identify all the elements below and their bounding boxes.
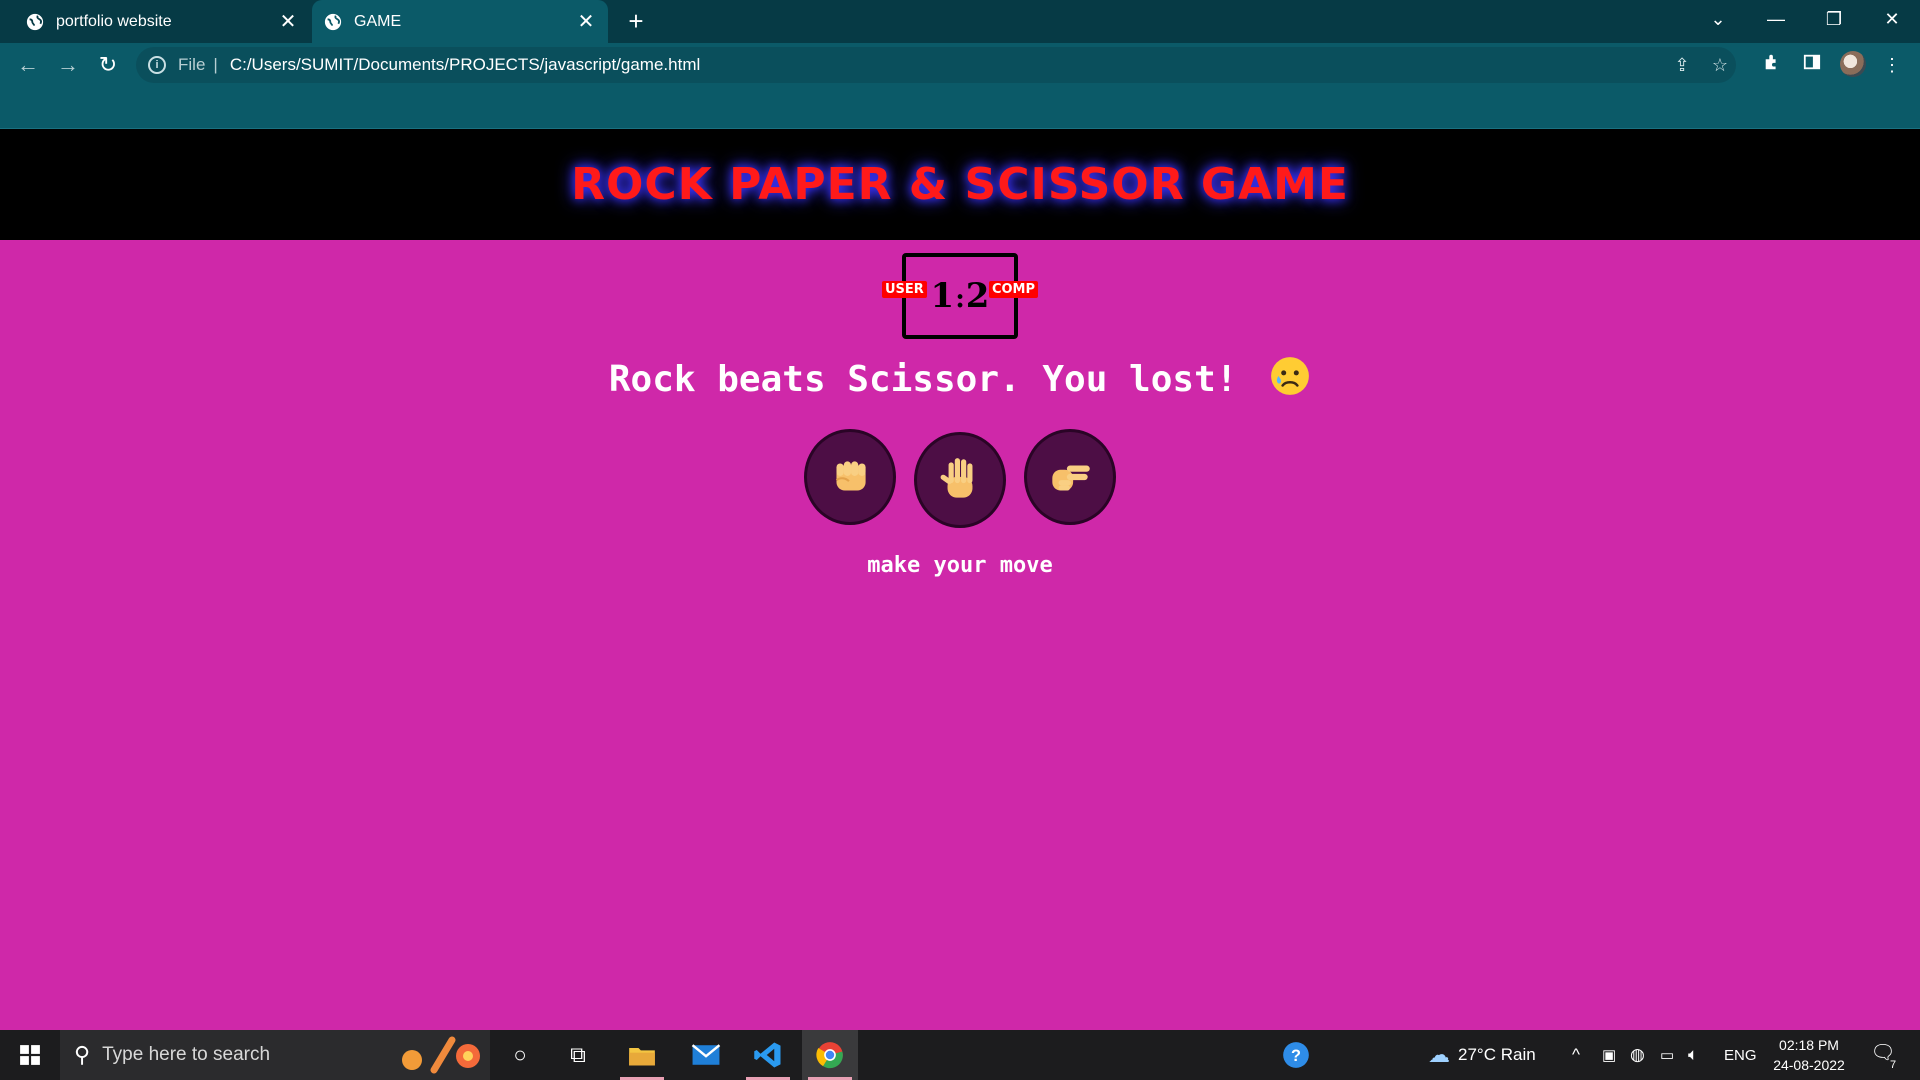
rock-button[interactable] [804, 429, 896, 525]
taskbar-clock[interactable]: 02:18 PM 24-08-2022 [1764, 1035, 1854, 1075]
notification-count: 7 [1886, 1058, 1900, 1072]
address-url[interactable]: C:/Users/SUMIT/Documents/PROJECTS/javasc… [230, 55, 700, 75]
windows-taskbar: ⚲ Type here to search ○ ⧉ ? ☁ 27°C Rain … [0, 1030, 1920, 1080]
profile-avatar[interactable] [1840, 51, 1866, 77]
battery-icon[interactable]: ▭ [1660, 1030, 1674, 1080]
info-icon[interactable]: i [148, 56, 166, 74]
language-indicator[interactable]: ENG [1724, 1030, 1757, 1080]
tab-search-chevron-icon[interactable]: ⌄ [1690, 0, 1746, 40]
user-badge: USER [882, 281, 927, 298]
browser-tab-bar: portfolio website ✕ GAME ✕ + ⌄ — ❐ ✕ [0, 0, 1920, 43]
restore-button[interactable]: ❐ [1806, 0, 1862, 40]
victory-hand-icon [1052, 465, 1090, 491]
bookmark-bar [0, 86, 1920, 129]
vscode-icon[interactable] [740, 1030, 796, 1080]
tab-close-icon[interactable]: ✕ [278, 12, 298, 32]
tab-title: GAME [354, 12, 402, 30]
fist-icon [835, 461, 866, 491]
weather-cloud-icon: ☁ [1428, 1042, 1450, 1067]
help-icon[interactable]: ? [1282, 1030, 1310, 1080]
address-scheme-label: File [178, 55, 206, 74]
tab-close-icon[interactable]: ✕ [576, 12, 596, 32]
address-bar[interactable]: i File | C:/Users/SUMIT/Documents/PROJEC… [136, 47, 1736, 83]
result-text: Rock beats Scissor. You lost! [608, 359, 1238, 400]
extensions-puzzle-icon[interactable] [1758, 51, 1786, 79]
side-panel-icon[interactable] [1798, 51, 1826, 79]
globe-icon [324, 13, 342, 30]
meet-now-icon[interactable]: ▣ [1602, 1030, 1616, 1080]
clock-date: 24-08-2022 [1773, 1057, 1845, 1073]
score-display: 1:2 [931, 276, 990, 316]
search-icon: ⚲ [74, 1042, 91, 1067]
clock-time: 02:18 PM [1779, 1037, 1839, 1053]
chrome-icon[interactable] [802, 1030, 858, 1080]
cortana-icon[interactable]: ○ [492, 1030, 548, 1080]
close-window-button[interactable]: ✕ [1864, 0, 1920, 40]
weather-text: 27°C Rain [1458, 1045, 1536, 1064]
tab-title: portfolio website [56, 12, 172, 30]
comp-score: 2 [965, 276, 990, 316]
scissor-button[interactable] [1024, 429, 1116, 525]
back-arrow-icon[interactable]: ← [12, 49, 44, 81]
address-separator: | [213, 55, 218, 74]
forward-arrow-icon[interactable]: → [52, 49, 84, 81]
globe-icon [26, 13, 44, 30]
score-separator: : [955, 284, 965, 314]
browser-toolbar: ← → ↻ i File | C:/Users/SUMIT/Documents/… [0, 43, 1920, 86]
move-prompt: make your move [867, 553, 1053, 578]
tab-portfolio-website[interactable]: portfolio website ✕ [14, 0, 310, 43]
search-highlight-icon[interactable] [396, 1036, 484, 1074]
notification-center-icon[interactable]: 🗨︎ 7 [1866, 1040, 1900, 1072]
start-button[interactable] [0, 1030, 60, 1080]
open-hand-icon [940, 458, 973, 498]
taskbar-search-box[interactable]: ⚲ Type here to search [60, 1030, 490, 1080]
game-header: ROCK PAPER & SCISSOR GAME [0, 129, 1920, 240]
new-tab-button[interactable]: + [622, 7, 650, 35]
page-title: ROCK PAPER & SCISSOR GAME [571, 159, 1349, 210]
weather-widget[interactable]: ☁ 27°C Rain [1428, 1030, 1536, 1080]
mail-icon[interactable] [678, 1030, 734, 1080]
paper-button[interactable] [914, 432, 1006, 528]
show-hidden-icons-chevron-icon[interactable]: ^ [1572, 1030, 1580, 1080]
bookmark-star-icon[interactable]: ☆ [1708, 53, 1732, 77]
result-message: Rock beats Scissor. You lost! [0, 355, 1920, 400]
user-score: 1 [930, 276, 955, 316]
scoreboard: USER 1:2 COMP [882, 253, 1038, 339]
task-view-icon[interactable]: ⧉ [550, 1030, 606, 1080]
file-explorer-icon[interactable] [614, 1030, 670, 1080]
minimize-button[interactable]: — [1748, 0, 1804, 40]
share-icon[interactable]: ⇪ [1670, 53, 1694, 77]
volume-icon[interactable]: 🔈︎ [1688, 1030, 1698, 1080]
network-globe-icon[interactable]: ◍ [1630, 1030, 1645, 1080]
tab-game[interactable]: GAME ✕ [312, 0, 608, 43]
reload-icon[interactable]: ↻ [92, 49, 124, 81]
browser-menu-icon[interactable]: ⋮ [1878, 51, 1906, 79]
svg-text:?: ? [1291, 1047, 1301, 1065]
comp-badge: COMP [988, 281, 1038, 298]
sad-face-icon [1271, 357, 1310, 395]
search-placeholder: Type here to search [102, 1044, 271, 1065]
windows-logo-icon [20, 1045, 40, 1065]
